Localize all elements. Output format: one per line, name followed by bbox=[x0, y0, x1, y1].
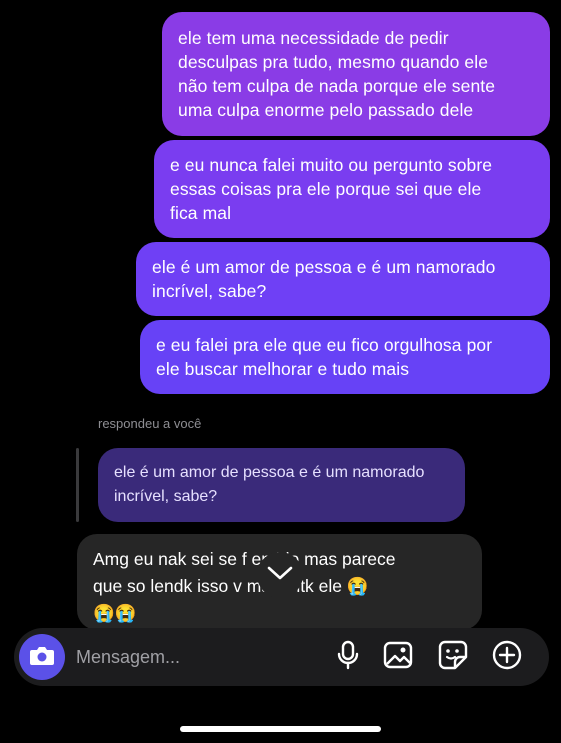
message-text: Amg eu nak sei se f entido mas parece qu… bbox=[93, 549, 396, 623]
outgoing-message[interactable]: e eu falei pra ele que eu fico orgulhosa… bbox=[140, 320, 550, 394]
sticker-button[interactable] bbox=[437, 640, 469, 675]
quoted-text: ele é um amor de pessoa e é um namorado … bbox=[114, 464, 425, 505]
image-icon bbox=[383, 641, 413, 674]
message-text: e eu nunca falei muito ou pergunto sobre… bbox=[170, 155, 493, 223]
camera-button[interactable] bbox=[19, 634, 65, 680]
message-text: e eu falei pra ele que eu fico orgulhosa… bbox=[156, 335, 493, 379]
message-composer bbox=[14, 628, 549, 686]
sticker-icon bbox=[438, 640, 468, 675]
message-text: ele é um amor de pessoa e é um namorado … bbox=[152, 257, 496, 301]
outgoing-message[interactable]: ele tem uma necessidade de pedir desculp… bbox=[162, 12, 550, 136]
quoted-message[interactable]: ele é um amor de pessoa e é um namorado … bbox=[98, 448, 465, 522]
outgoing-message[interactable]: ele é um amor de pessoa e é um namorado … bbox=[136, 242, 550, 316]
camera-icon bbox=[29, 644, 55, 671]
scroll-down-button[interactable] bbox=[257, 552, 303, 598]
microphone-icon bbox=[337, 640, 359, 675]
chevron-down-icon bbox=[267, 565, 293, 586]
reply-label: respondeu a você bbox=[98, 416, 202, 431]
home-indicator bbox=[180, 726, 381, 732]
quote-bar bbox=[76, 448, 79, 522]
outgoing-message[interactable]: e eu nunca falei muito ou pergunto sobre… bbox=[154, 140, 550, 238]
more-button[interactable] bbox=[491, 640, 523, 675]
message-input[interactable] bbox=[76, 628, 316, 686]
microphone-button[interactable] bbox=[332, 640, 364, 675]
gallery-button[interactable] bbox=[382, 641, 414, 673]
message-text: ele tem uma necessidade de pedir desculp… bbox=[178, 28, 496, 120]
plus-circle-icon bbox=[492, 640, 522, 675]
